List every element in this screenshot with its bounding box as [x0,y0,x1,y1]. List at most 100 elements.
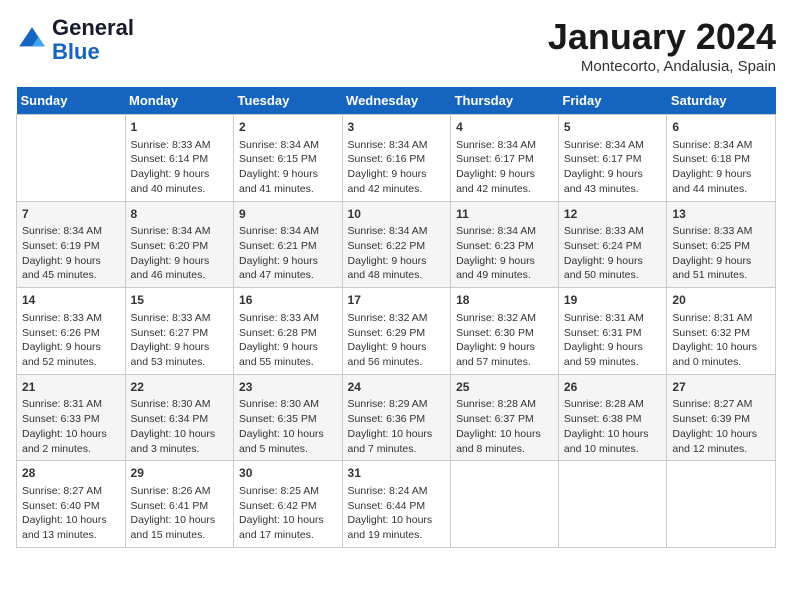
calendar-week-row: 14 Sunrise: 8:33 AMSunset: 6:26 PMDayligh… [17,288,776,375]
day-number: 13 [672,206,770,223]
day-number: 8 [131,206,229,223]
calendar-cell: 10Sunrise: 8:34 AMSunset: 6:22 PMDayligh… [342,201,451,288]
day-number: 11 [456,206,553,223]
day-number: 20 [672,292,770,309]
logo: General Blue [16,16,134,64]
weekday-header: Saturday [667,87,776,115]
day-detail: Sunrise: 8:34 AMSunset: 6:19 PMDaylight:… [22,224,120,283]
day-number: 21 [22,379,120,396]
calendar-cell: 23Sunrise: 8:30 AMSunset: 6:35 PMDayligh… [234,374,343,461]
calendar-cell: 13Sunrise: 8:33 AMSunset: 6:25 PMDayligh… [667,201,776,288]
page-header: General Blue January 2024 Montecorto, An… [16,16,776,75]
day-detail: Sunrise: 8:25 AMSunset: 6:42 PMDaylight:… [239,484,337,543]
calendar-week-row: 1Sunrise: 8:33 AMSunset: 6:14 PMDaylight… [17,115,776,202]
day-detail: Sunrise: 8:26 AMSunset: 6:41 PMDaylight:… [131,484,229,543]
day-number: 31 [348,465,446,482]
day-detail: Sunrise: 8:33 AMSunset: 6:25 PMDaylight:… [672,224,770,283]
calendar-cell: 19 Sunrise: 8:31 AMSunset: 6:31 PMDayligh… [558,288,667,375]
calendar-cell: 20 Sunrise: 8:31 AMSunset: 6:32 PMDayligh… [667,288,776,375]
calendar-cell: 25Sunrise: 8:28 AMSunset: 6:37 PMDayligh… [451,374,559,461]
day-detail: Sunrise: 8:30 AMSunset: 6:35 PMDaylight:… [239,397,337,456]
calendar-cell: 4 Sunrise: 8:34 AMSunset: 6:17 PMDaylight… [451,115,559,202]
calendar-cell: 8Sunrise: 8:34 AMSunset: 6:20 PMDaylight… [125,201,234,288]
calendar-cell: 6Sunrise: 8:34 AMSunset: 6:18 PMDaylight… [667,115,776,202]
weekday-header: Tuesday [234,87,343,115]
calendar-cell: 24Sunrise: 8:29 AMSunset: 6:36 PMDayligh… [342,374,451,461]
day-number: 23 [239,379,337,396]
day-number: 30 [239,465,337,482]
day-detail: Sunrise: 8:31 AMSunset: 6:32 PMDaylight:… [672,311,770,370]
day-number: 15 [131,292,229,309]
day-detail: Sunrise: 8:34 AMSunset: 6:18 PMDaylight:… [672,138,770,197]
calendar-cell: 9Sunrise: 8:34 AMSunset: 6:21 PMDaylight… [234,201,343,288]
day-number: 1 [131,119,229,136]
day-number: 10 [348,206,446,223]
weekday-header: Thursday [451,87,559,115]
calendar-cell: 14 Sunrise: 8:33 AMSunset: 6:26 PMDayligh… [17,288,126,375]
weekday-header: Sunday [17,87,126,115]
day-detail: Sunrise: 8:34 AMSunset: 6:22 PMDaylight:… [348,224,446,283]
calendar-cell: 28Sunrise: 8:27 AMSunset: 6:40 PMDayligh… [17,461,126,548]
day-detail: Sunrise: 8:32 AMSunset: 6:29 PMDaylight:… [348,311,446,370]
day-detail: Sunrise: 8:24 AMSunset: 6:44 PMDaylight:… [348,484,446,543]
day-number: 12 [564,206,662,223]
day-detail: Sunrise: 8:31 AMSunset: 6:31 PMDaylight:… [564,311,662,370]
day-number: 19 [564,292,662,309]
calendar-cell: 15Sunrise: 8:33 AMSunset: 6:27 PMDayligh… [125,288,234,375]
day-detail: Sunrise: 8:28 AMSunset: 6:38 PMDaylight:… [564,397,662,456]
calendar-week-row: 21Sunrise: 8:31 AMSunset: 6:33 PMDayligh… [17,374,776,461]
day-detail: Sunrise: 8:34 AMSunset: 6:17 PMDaylight:… [456,138,553,197]
day-number: 26 [564,379,662,396]
calendar-week-row: 7Sunrise: 8:34 AMSunset: 6:19 PMDaylight… [17,201,776,288]
day-detail: Sunrise: 8:29 AMSunset: 6:36 PMDaylight:… [348,397,446,456]
day-number: 18 [456,292,553,309]
calendar-cell: 26Sunrise: 8:28 AMSunset: 6:38 PMDayligh… [558,374,667,461]
calendar-cell: 16 Sunrise: 8:33 AMSunset: 6:28 PMDayligh… [234,288,343,375]
day-detail: Sunrise: 8:34 AMSunset: 6:15 PMDaylight:… [239,138,337,197]
weekday-header: Wednesday [342,87,451,115]
calendar-cell [667,461,776,548]
calendar-cell [17,115,126,202]
title-block: January 2024 Montecorto, Andalusia, Spai… [548,16,776,75]
logo-text: General Blue [52,16,134,64]
day-number: 2 [239,119,337,136]
day-detail: Sunrise: 8:34 AMSunset: 6:23 PMDaylight:… [456,224,553,283]
month-title: January 2024 [548,16,776,58]
day-detail: Sunrise: 8:34 AMSunset: 6:17 PMDaylight:… [564,138,662,197]
day-number: 25 [456,379,553,396]
calendar-cell: 17Sunrise: 8:32 AMSunset: 6:29 PMDayligh… [342,288,451,375]
calendar-cell [558,461,667,548]
day-number: 7 [22,206,120,223]
calendar-cell: 3 Sunrise: 8:34 AMSunset: 6:16 PMDaylight… [342,115,451,202]
calendar-cell: 18 Sunrise: 8:32 AMSunset: 6:30 PMDayligh… [451,288,559,375]
calendar-cell: 5Sunrise: 8:34 AMSunset: 6:17 PMDaylight… [558,115,667,202]
day-detail: Sunrise: 8:30 AMSunset: 6:34 PMDaylight:… [131,397,229,456]
day-number: 4 [456,119,553,136]
logo-icon [16,24,48,56]
calendar-cell [451,461,559,548]
day-detail: Sunrise: 8:33 AMSunset: 6:28 PMDaylight:… [239,311,337,370]
day-detail: Sunrise: 8:34 AMSunset: 6:21 PMDaylight:… [239,224,337,283]
day-detail: Sunrise: 8:27 AMSunset: 6:39 PMDaylight:… [672,397,770,456]
day-number: 9 [239,206,337,223]
calendar-header: SundayMondayTuesdayWednesdayThursdayFrid… [17,87,776,115]
weekday-header: Friday [558,87,667,115]
calendar-cell: 21Sunrise: 8:31 AMSunset: 6:33 PMDayligh… [17,374,126,461]
day-number: 14 [22,292,120,309]
day-detail: Sunrise: 8:34 AMSunset: 6:16 PMDaylight:… [348,138,446,197]
calendar-cell: 11Sunrise: 8:34 AMSunset: 6:23 PMDayligh… [451,201,559,288]
day-number: 22 [131,379,229,396]
day-number: 27 [672,379,770,396]
day-detail: Sunrise: 8:31 AMSunset: 6:33 PMDaylight:… [22,397,120,456]
location: Montecorto, Andalusia, Spain [548,58,776,75]
day-detail: Sunrise: 8:33 AMSunset: 6:26 PMDaylight:… [22,311,120,370]
day-number: 3 [348,119,446,136]
calendar-cell: 22Sunrise: 8:30 AMSunset: 6:34 PMDayligh… [125,374,234,461]
calendar-cell: 2 Sunrise: 8:34 AMSunset: 6:15 PMDaylight… [234,115,343,202]
day-detail: Sunrise: 8:32 AMSunset: 6:30 PMDaylight:… [456,311,553,370]
day-number: 16 [239,292,337,309]
day-detail: Sunrise: 8:27 AMSunset: 6:40 PMDaylight:… [22,484,120,543]
calendar-cell: 27Sunrise: 8:27 AMSunset: 6:39 PMDayligh… [667,374,776,461]
calendar-cell: 12Sunrise: 8:33 AMSunset: 6:24 PMDayligh… [558,201,667,288]
calendar-body: 1Sunrise: 8:33 AMSunset: 6:14 PMDaylight… [17,115,776,548]
